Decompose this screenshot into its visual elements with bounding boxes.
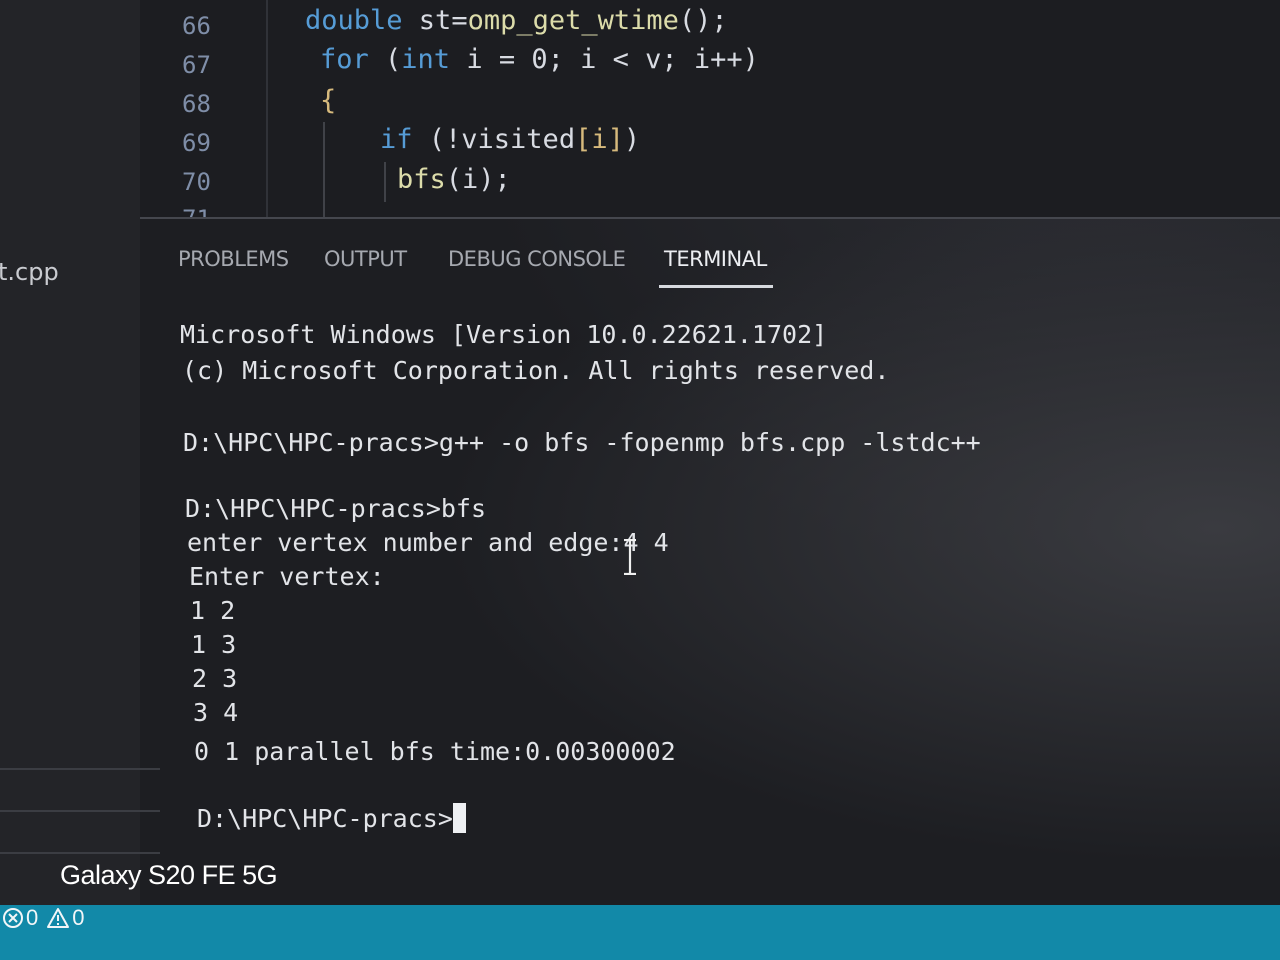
warning-icon bbox=[47, 908, 70, 928]
gutter-separator bbox=[266, 0, 268, 218]
active-tab-indicator bbox=[659, 285, 773, 288]
code-line-66: double st=omp_get_wtime(); bbox=[305, 5, 728, 36]
tab-problems[interactable]: PROBLEMS bbox=[178, 247, 289, 271]
code-line-70: bfs(i); bbox=[397, 164, 511, 195]
sidebar-divider bbox=[0, 810, 160, 812]
warning-count: 0 bbox=[72, 905, 85, 930]
code-token: (!visited bbox=[412, 124, 576, 155]
indent-guide bbox=[384, 162, 386, 202]
line-number: 68 bbox=[182, 90, 211, 118]
terminal-prompt-line[interactable]: D:\HPC\HPC-pracs> bbox=[197, 803, 466, 833]
code-token: ( bbox=[368, 44, 402, 75]
code-token: double bbox=[305, 5, 403, 36]
tab-output[interactable]: OUTPUT bbox=[324, 247, 407, 271]
terminal-line: D:\HPC\HPC-pracs>bfs bbox=[185, 494, 487, 523]
line-number: 66 bbox=[182, 12, 211, 40]
terminal-line: Enter vertex: bbox=[189, 562, 385, 591]
terminal-line: enter vertex number and edge:4 4 bbox=[187, 528, 669, 557]
vscode-window: t.cpp 66 67 68 69 70 71 double st=omp_ge… bbox=[0, 0, 1280, 960]
code-token: for bbox=[320, 44, 369, 75]
terminal-line: D:\HPC\HPC-pracs>g++ -o bfs -fopenmp bfs… bbox=[183, 428, 981, 457]
sidebar-divider bbox=[0, 852, 160, 854]
terminal-line: 1 3 bbox=[191, 630, 237, 659]
code-token: { bbox=[320, 85, 337, 116]
code-token: (i); bbox=[445, 164, 511, 195]
terminal-line: 1 2 bbox=[190, 596, 236, 625]
tab-terminal[interactable]: TERMINAL bbox=[664, 247, 767, 271]
code-token: (); bbox=[678, 5, 728, 36]
problems-status[interactable]: 0 0 bbox=[2, 905, 85, 931]
line-number: 70 bbox=[182, 168, 211, 196]
code-token: int bbox=[401, 44, 451, 75]
error-icon bbox=[3, 908, 23, 928]
terminal-prompt: D:\HPC\HPC-pracs> bbox=[197, 804, 453, 833]
code-editor[interactable]: 66 67 68 69 70 71 double st=omp_get_wtim… bbox=[140, 0, 1280, 218]
line-number: 67 bbox=[182, 51, 211, 79]
text-cursor-icon bbox=[624, 539, 636, 575]
terminal-cursor bbox=[452, 803, 466, 833]
code-token: bfs bbox=[397, 164, 446, 195]
sidebar-divider bbox=[0, 768, 160, 770]
terminal-line: 0 1 parallel bfs time:0.00300002 bbox=[194, 737, 676, 766]
terminal-line: (c) Microsoft Corporation. All rights re… bbox=[182, 356, 890, 385]
code-line-68: { bbox=[320, 85, 336, 116]
explorer-file-item[interactable]: t.cpp bbox=[0, 258, 59, 286]
error-count: 0 bbox=[26, 905, 39, 930]
code-token: st= bbox=[402, 5, 468, 36]
terminal-line: 2 3 bbox=[192, 664, 238, 693]
code-token: if bbox=[380, 124, 413, 155]
terminal-line: 3 4 bbox=[193, 698, 239, 727]
code-token: omp_get_wtime bbox=[467, 5, 679, 36]
device-watermark: Galaxy S20 FE 5G bbox=[60, 860, 278, 890]
tab-debug-console[interactable]: DEBUG CONSOLE bbox=[448, 247, 626, 271]
line-number: 69 bbox=[182, 129, 211, 157]
bottom-panel: PROBLEMS OUTPUT DEBUG CONSOLE TERMINAL M… bbox=[140, 219, 1280, 909]
code-token: ) bbox=[623, 124, 641, 155]
terminal-line: Microsoft Windows [Version 10.0.22621.17… bbox=[180, 320, 828, 349]
status-bar: 0 0 bbox=[0, 905, 1280, 960]
code-token: i = 0; i < v; i++) bbox=[450, 44, 759, 75]
code-line-69: if (!visited[i]) bbox=[380, 124, 640, 155]
code-token: [i] bbox=[575, 124, 624, 155]
code-line-67: for (int i = 0; i < v; i++) bbox=[320, 44, 759, 75]
indent-guide bbox=[323, 122, 325, 218]
